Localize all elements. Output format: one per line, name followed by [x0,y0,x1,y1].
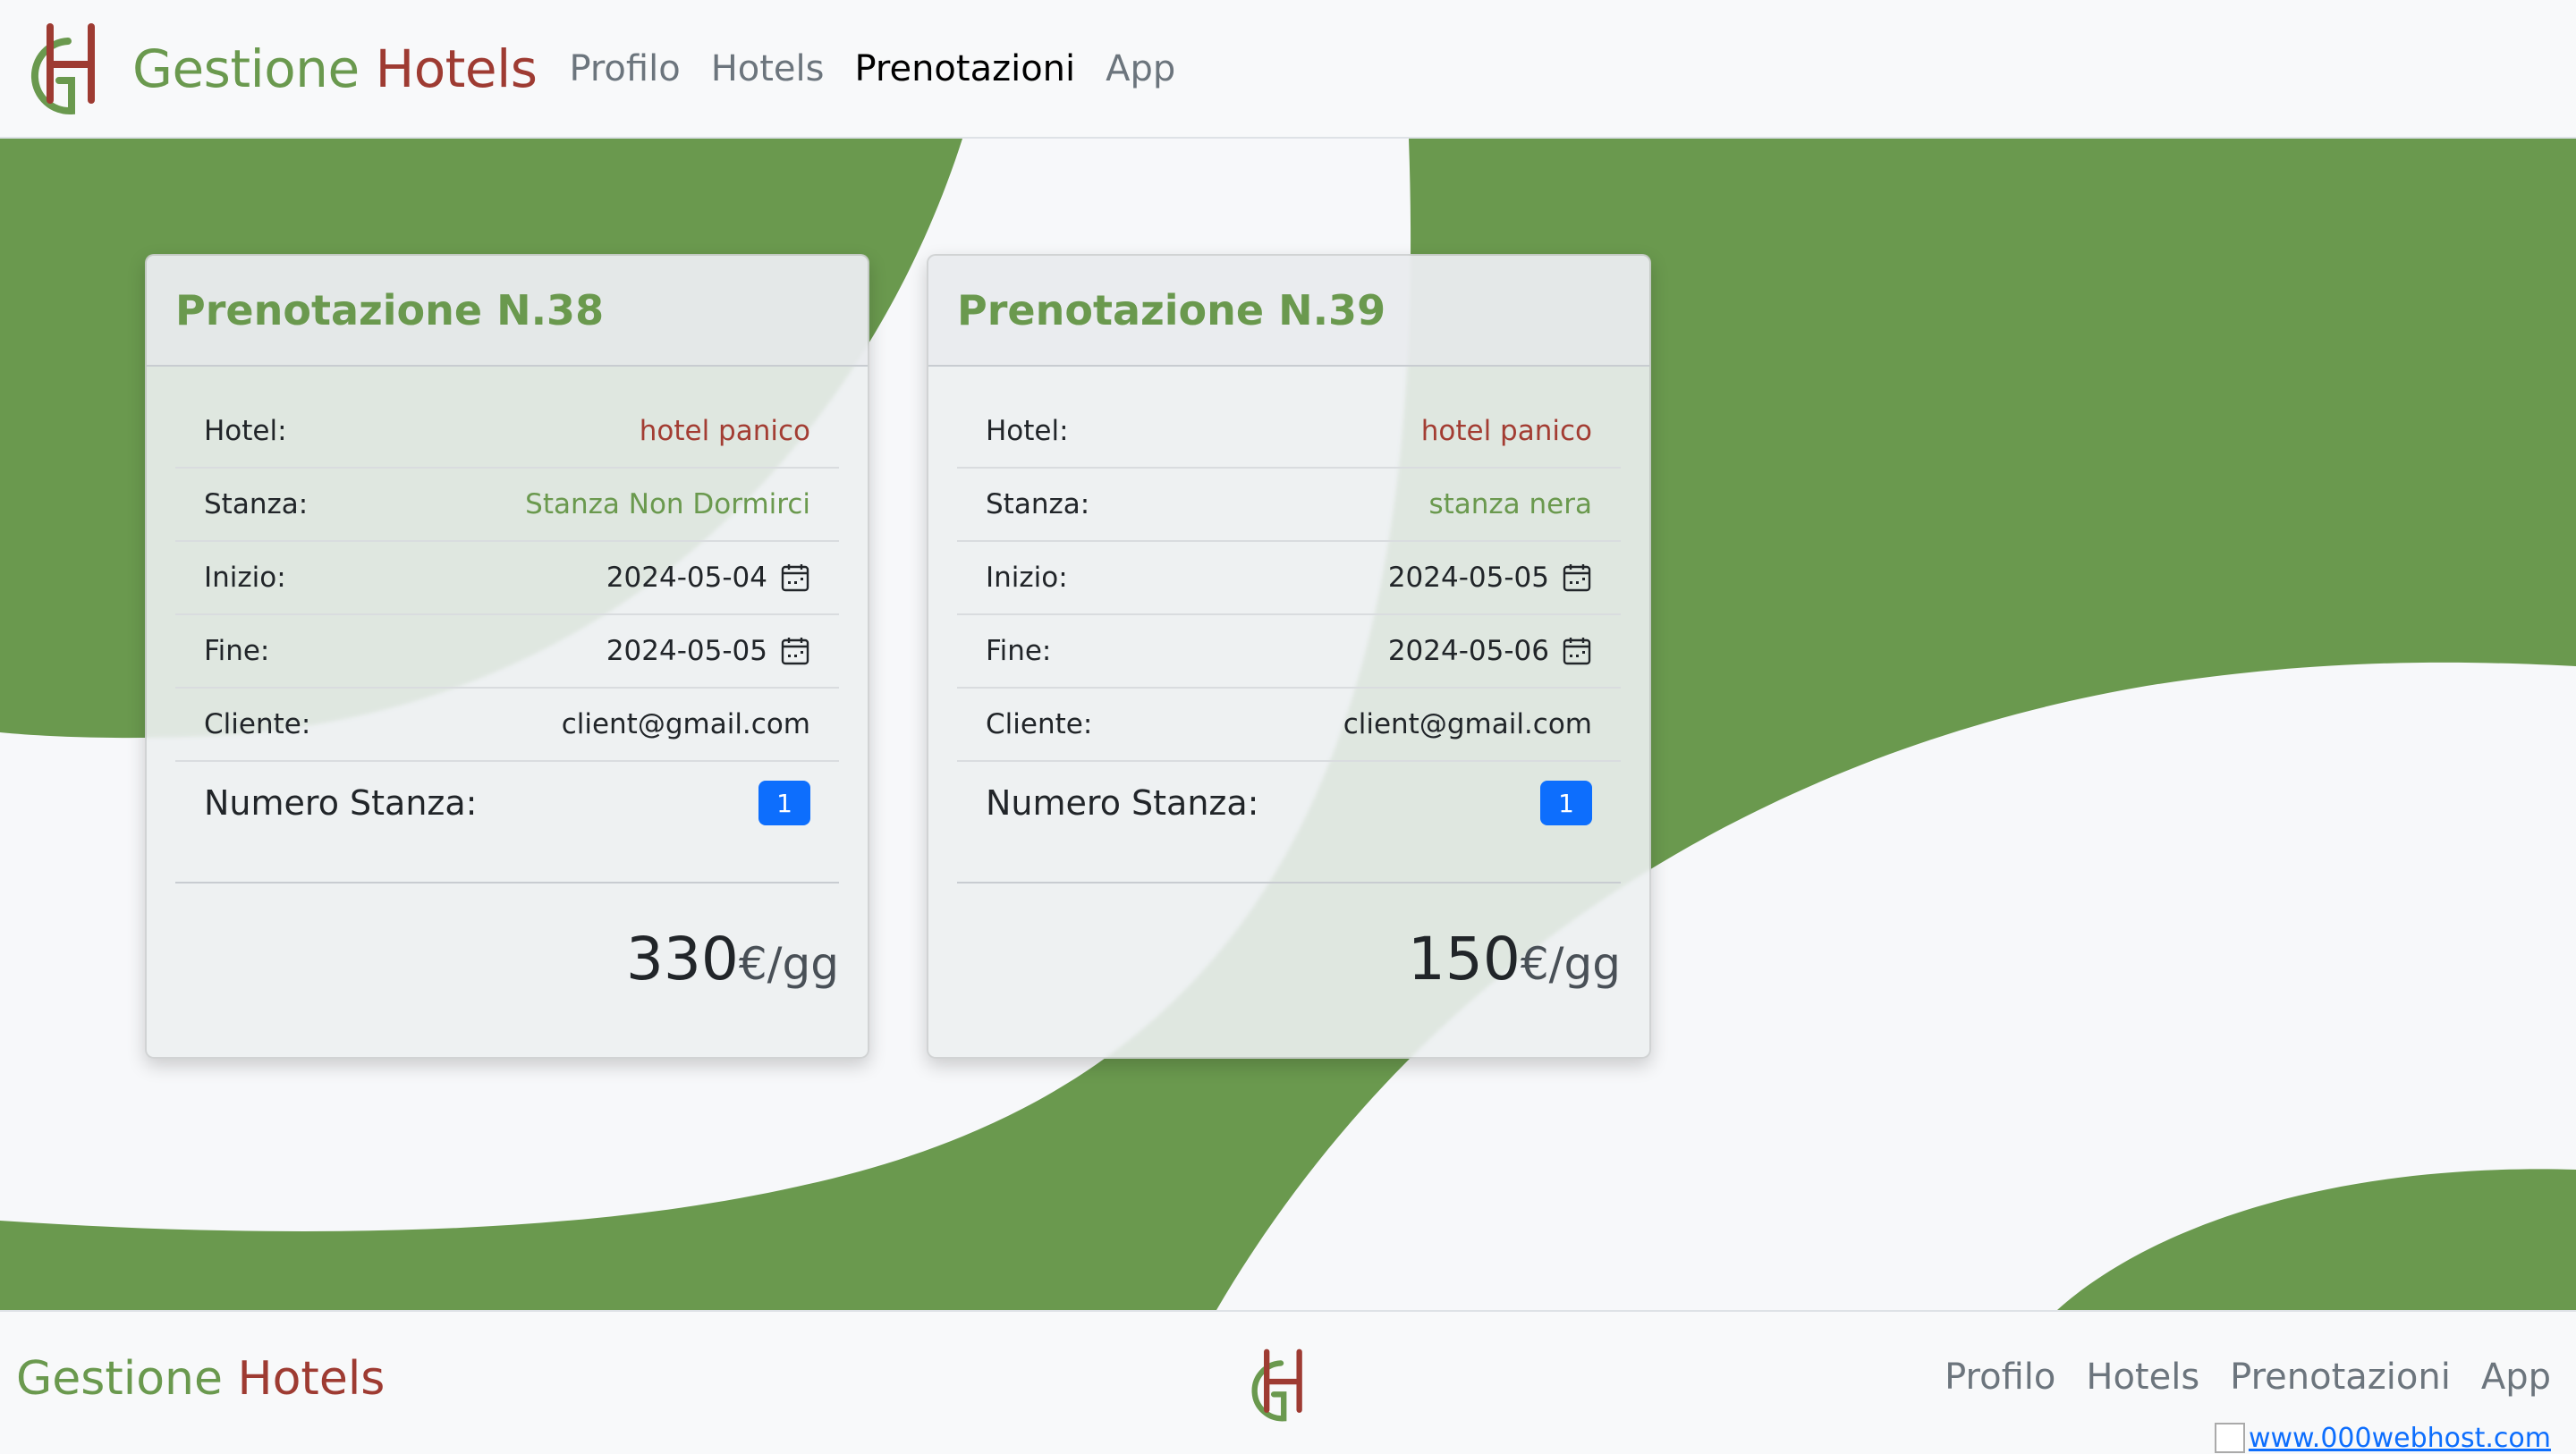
calendar-icon [1563,638,1591,665]
main-nav: Profilo Hotels Prenotazioni App [569,48,1206,89]
hotel-value: hotel panico [639,415,810,447]
footer-nav-hotels[interactable]: Hotels [2086,1357,2199,1398]
card-title: Prenotazione N.38 [175,286,605,334]
price: 150€/gg [957,925,1621,993]
hotel-value: hotel panico [1420,415,1592,447]
fine-value-wrap: 2024-05-05 [606,635,810,667]
footer: Gestione Hotels Profilo Hotels Prenotazi… [0,1310,2576,1454]
cliente-label: Cliente: [986,708,1093,740]
fine-value-wrap: 2024-05-06 [1388,635,1592,667]
cliente-row: Cliente: client@gmail.com [175,689,839,762]
gh-logo-icon [31,22,95,114]
broken-image-icon [2214,1423,2245,1453]
stanza-value: Stanza Non Dormirci [525,488,810,520]
inizio-label: Inizio: [986,562,1068,594]
price-unit: €/gg [1520,938,1621,990]
footer-nav-profilo[interactable]: Profilo [1945,1357,2055,1398]
inizio-value: 2024-05-05 [1387,562,1549,594]
fine-row: Fine: 2024-05-05 [175,615,839,689]
inizio-label: Inizio: [204,562,286,594]
numero-stanza-label: Numero Stanza: [986,783,1259,823]
cliente-value: client@gmail.com [561,708,810,740]
brand-name: Gestione Hotels [132,38,538,99]
cliente-label: Cliente: [204,708,311,740]
cliente-value: client@gmail.com [1343,708,1592,740]
hotel-label: Hotel: [986,415,1069,447]
fine-label: Fine: [986,635,1052,667]
stanza-row: Stanza: Stanza Non Dormirci [175,469,839,542]
hotel-label: Hotel: [204,415,287,447]
inizio-row: Inizio: 2024-05-05 [957,542,1621,615]
numero-stanza-row: Numero Stanza: 1 [175,762,839,844]
nav-profilo[interactable]: Profilo [569,48,680,89]
fine-value: 2024-05-06 [1387,635,1549,667]
hotel-row: Hotel: hotel panico [957,395,1621,469]
inizio-row: Inizio: 2024-05-04 [175,542,839,615]
brand-link[interactable]: Gestione Hotels [25,21,538,116]
calendar-icon [781,564,809,592]
booking-card: Prenotazione N.39 Hotel: hotel panico St… [927,254,1651,1059]
nav-prenotazioni[interactable]: Prenotazioni [854,48,1075,89]
numero-stanza-label: Numero Stanza: [204,783,478,823]
card-divider [175,882,839,883]
stanza-value: stanza nera [1428,488,1592,520]
price: 330€/gg [175,925,839,993]
numero-stanza-row: Numero Stanza: 1 [957,762,1621,844]
footer-nav-prenotazioni[interactable]: Prenotazioni [2230,1357,2451,1398]
cliente-row: Cliente: client@gmail.com [957,689,1621,762]
price-value: 150 [1407,925,1521,993]
numero-stanza-badge: 1 [758,781,810,825]
card-body: Hotel: hotel panico Stanza: Stanza Non D… [147,367,868,993]
footer-brand-part1: Gestione [16,1352,223,1406]
stanza-label: Stanza: [986,488,1090,520]
numero-stanza-badge: 1 [1540,781,1592,825]
nav-hotels[interactable]: Hotels [711,48,825,89]
footer-brand-link[interactable]: Gestione Hotels [16,1352,385,1406]
inizio-value-wrap: 2024-05-05 [1388,562,1592,594]
footer-nav: Profilo Hotels Prenotazioni App [1914,1357,2551,1398]
webhost-link-text: www.000webhost.com [2248,1423,2551,1453]
stanza-row: Stanza: stanza nera [957,469,1621,542]
card-divider [957,882,1621,883]
price-unit: €/gg [738,938,839,990]
calendar-icon [781,638,809,665]
card-header: Prenotazione N.39 [928,256,1649,367]
fine-value: 2024-05-05 [606,635,767,667]
card-body: Hotel: hotel panico Stanza: stanza nera … [928,367,1649,993]
gh-logo-icon [1251,1348,1302,1422]
stanza-label: Stanza: [204,488,309,520]
webhost-link[interactable]: www.000webhost.com [2214,1423,2551,1453]
fine-row: Fine: 2024-05-06 [957,615,1621,689]
footer-nav-app[interactable]: App [2481,1357,2551,1398]
fine-label: Fine: [204,635,270,667]
calendar-icon [1563,564,1591,592]
hotel-row: Hotel: hotel panico [175,395,839,469]
card-title: Prenotazione N.39 [957,286,1386,334]
footer-brand-part2: Hotels [237,1352,386,1406]
price-value: 330 [625,925,739,993]
nav-app[interactable]: App [1106,48,1175,89]
booking-card: Prenotazione N.38 Hotel: hotel panico St… [145,254,869,1059]
card-header: Prenotazione N.38 [147,256,868,367]
inizio-value: 2024-05-04 [606,562,767,594]
inizio-value-wrap: 2024-05-04 [606,562,810,594]
top-navbar: Gestione Hotels Profilo Hotels Prenotazi… [0,0,2576,139]
